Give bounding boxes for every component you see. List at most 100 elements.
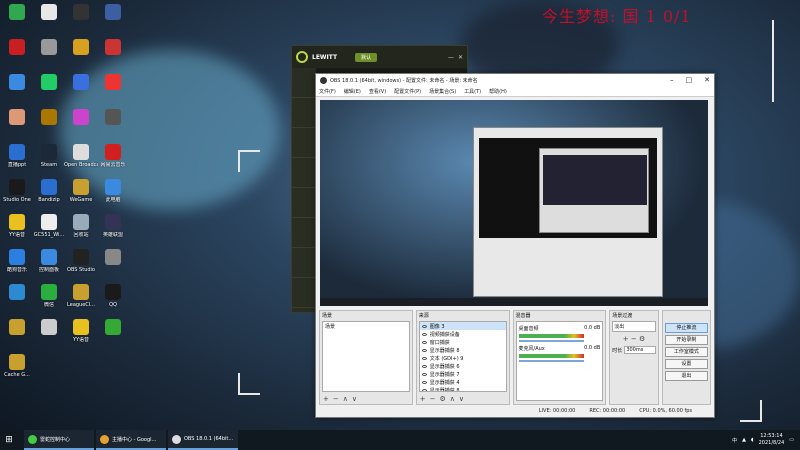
source-up-icon[interactable]: ∧ <box>450 395 455 403</box>
eye-icon[interactable] <box>421 332 427 336</box>
lewitt-sidebar-item[interactable] <box>292 188 316 218</box>
source-item[interactable]: 显示器捕获 7 <box>420 370 506 378</box>
desktop-icon[interactable] <box>32 109 66 127</box>
lewitt-sidebar-item[interactable] <box>292 68 316 98</box>
notification-icon[interactable]: ▭ <box>789 437 794 443</box>
eye-icon[interactable] <box>421 388 427 391</box>
eye-icon[interactable] <box>421 372 427 376</box>
control-button[interactable]: 开始录制 <box>664 335 709 345</box>
desktop-icon[interactable] <box>96 74 130 92</box>
add-source-icon[interactable]: + <box>420 395 426 403</box>
eye-icon[interactable] <box>421 340 427 344</box>
source-item[interactable]: 显示器捕获 8 <box>420 386 506 391</box>
add-transition-icon[interactable]: + <box>623 335 629 343</box>
desktop-icon[interactable]: WeGame <box>64 179 98 203</box>
remove-transition-icon[interactable]: − <box>631 335 637 343</box>
desktop-icon[interactable]: QQ <box>96 284 130 308</box>
menu-item[interactable]: 配置文件(P) <box>394 88 421 95</box>
menu-item[interactable]: 场景集合(S) <box>429 88 456 95</box>
desktop-icon[interactable] <box>64 4 98 22</box>
desktop-icon[interactable]: 英雄联盟 <box>96 214 130 238</box>
scene-up-icon[interactable]: ∧ <box>343 395 348 403</box>
eye-icon[interactable] <box>421 324 427 328</box>
desktop-icon[interactable] <box>32 319 66 337</box>
volume-slider[interactable] <box>518 360 584 362</box>
lewitt-sidebar-item[interactable] <box>292 248 316 278</box>
menu-item[interactable]: 工具(T) <box>464 88 481 95</box>
desktop-icon[interactable] <box>96 249 130 267</box>
source-item[interactable]: 显示器捕获 8 <box>420 346 506 354</box>
taskbar-item[interactable]: 主播中心 - Googl... <box>96 430 166 450</box>
maximize-icon[interactable]: □ <box>686 76 693 84</box>
desktop-icon[interactable] <box>0 319 34 337</box>
control-button[interactable]: 停止推流 <box>664 323 709 333</box>
desktop-icon[interactable]: 微信 <box>32 284 66 308</box>
lewitt-close-icon[interactable]: ✕ <box>458 54 463 61</box>
start-windows-icon[interactable]: ⊞ <box>0 430 18 450</box>
eye-icon[interactable] <box>421 364 427 368</box>
desktop-icon[interactable] <box>32 39 66 57</box>
desktop-icon[interactable]: GC551_Wi... <box>32 214 66 238</box>
desktop-icon[interactable]: 直播ppt <box>0 144 34 168</box>
tray-network-icon[interactable]: ▲ <box>742 437 746 443</box>
control-button[interactable]: 设置 <box>664 359 709 369</box>
desktop-icon[interactable] <box>64 39 98 57</box>
desktop-icon[interactable] <box>0 4 34 22</box>
eye-icon[interactable] <box>421 380 427 384</box>
remove-scene-icon[interactable]: − <box>333 395 339 403</box>
menu-item[interactable]: 编辑(E) <box>344 88 361 95</box>
scene-down-icon[interactable]: ∨ <box>352 395 357 403</box>
volume-slider[interactable] <box>518 340 584 342</box>
minimize-icon[interactable]: – <box>670 76 674 84</box>
lewitt-mode-select[interactable]: 默认 <box>355 52 378 62</box>
desktop-icon[interactable]: Studio One <box>0 179 34 203</box>
source-item[interactable]: 图像 3 <box>419 322 506 330</box>
duration-input[interactable]: 300ms <box>624 346 656 354</box>
menu-item[interactable]: 帮助(H) <box>489 88 507 95</box>
desktop-icon[interactable]: 酷狗音乐 <box>0 249 34 273</box>
transition-select[interactable]: 淡出 <box>612 321 656 332</box>
control-button[interactable]: 工作室模式 <box>664 347 709 357</box>
lewitt-sidebar-item[interactable] <box>292 158 316 188</box>
source-item[interactable]: 视频捕获设备 <box>420 330 506 338</box>
source-item[interactable]: 显示器捕获 6 <box>420 362 506 370</box>
desktop-icon[interactable] <box>96 109 130 127</box>
desktop-icon[interactable]: OBS Studio <box>64 249 98 273</box>
tray-volume-icon[interactable]: ◖ <box>751 437 754 443</box>
desktop-icon[interactable]: 控制面板 <box>32 249 66 273</box>
desktop-icon[interactable]: 回收站 <box>64 214 98 238</box>
desktop-icon[interactable] <box>0 109 34 127</box>
taskbar-item[interactable]: OBS 18.0.1 (64bit... <box>168 430 238 450</box>
desktop-icon[interactable]: Open Broadcast... <box>64 144 98 168</box>
control-button[interactable]: 退出 <box>664 371 709 381</box>
desktop-icon[interactable]: LeagueCl... <box>64 284 98 308</box>
scene-item[interactable]: 场景 <box>323 322 409 330</box>
lewitt-sidebar-item[interactable] <box>292 278 316 308</box>
desktop-icon[interactable] <box>0 284 34 302</box>
desktop-icon[interactable] <box>64 74 98 92</box>
desktop-icon[interactable]: 此电脑 <box>96 179 130 203</box>
lewitt-sidebar-item[interactable] <box>292 128 316 158</box>
desktop-icon[interactable] <box>96 319 130 337</box>
transition-settings-icon[interactable]: ⚙ <box>639 335 645 343</box>
desktop-icon[interactable] <box>32 74 66 92</box>
source-settings-icon[interactable]: ⚙ <box>440 395 446 403</box>
source-item[interactable]: 显示器捕获 4 <box>420 378 506 386</box>
eye-icon[interactable] <box>421 348 427 352</box>
source-item[interactable]: 文本 (GDI+) 9 <box>420 354 506 362</box>
close-icon[interactable]: ✕ <box>704 76 710 84</box>
menu-item[interactable]: 查看(V) <box>369 88 386 95</box>
add-scene-icon[interactable]: + <box>323 395 329 403</box>
menu-item[interactable]: 文件(F) <box>319 88 336 95</box>
desktop-icon[interactable] <box>96 4 130 22</box>
obs-preview[interactable] <box>320 100 708 306</box>
desktop-icon[interactable] <box>32 4 66 22</box>
desktop-icon[interactable] <box>96 39 130 57</box>
desktop-icon[interactable]: 网易云音乐 <box>96 144 130 168</box>
eye-icon[interactable] <box>421 356 427 360</box>
taskbar-item[interactable]: 雷蛇控制中心 <box>24 430 94 450</box>
desktop-icon[interactable] <box>0 39 34 57</box>
desktop-icon[interactable]: Bandizip <box>32 179 66 203</box>
lewitt-minimize-icon[interactable]: — <box>448 54 454 61</box>
tray-clock[interactable]: 12:53:14 2021/8/24 <box>759 433 785 447</box>
